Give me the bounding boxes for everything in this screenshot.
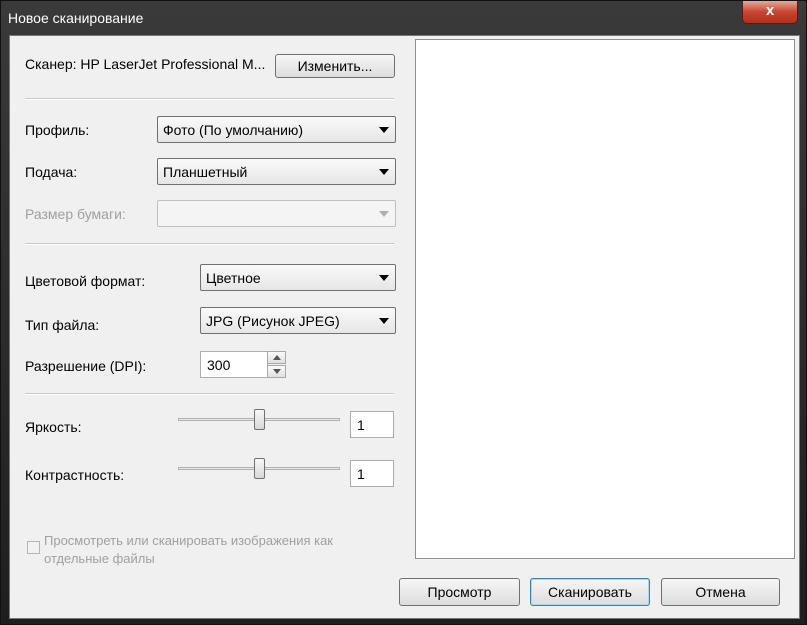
- brightness-input-value: 1: [357, 417, 365, 433]
- resolution-label: Разрешение (DPI):: [25, 358, 147, 374]
- scan-button[interactable]: Сканировать: [530, 578, 650, 606]
- feed-select[interactable]: Планшетный: [157, 158, 396, 185]
- scanner-label: Сканер: HP LaserJet Professional M...: [25, 56, 266, 72]
- separate-files-label-line2: отдельные файлы: [44, 551, 155, 566]
- spinner-up-button[interactable]: [267, 351, 286, 364]
- profile-select-value: Фото (По умолчанию): [163, 122, 304, 138]
- brightness-slider-thumb[interactable]: [254, 409, 265, 430]
- color-format-select[interactable]: Цветное: [200, 264, 396, 291]
- cancel-button-label: Отмена: [695, 584, 746, 600]
- resolution-spinner[interactable]: [267, 351, 286, 378]
- scan-dialog-window: Новое сканирование x Сканер: HP LaserJet…: [0, 0, 807, 625]
- resolution-input[interactable]: 300: [200, 351, 268, 378]
- preview-button[interactable]: Просмотр: [399, 578, 520, 606]
- separator: [25, 393, 394, 395]
- contrast-input[interactable]: 1: [350, 460, 394, 487]
- spinner-down-button[interactable]: [267, 365, 286, 378]
- dialog-client-area: Сканер: HP LaserJet Professional M... Из…: [9, 35, 800, 619]
- chevron-down-icon: [379, 318, 389, 324]
- change-scanner-button[interactable]: Изменить...: [275, 54, 395, 78]
- contrast-slider-thumb[interactable]: [254, 458, 265, 479]
- scan-button-label: Сканировать: [548, 584, 632, 600]
- chevron-down-icon: [379, 211, 389, 217]
- arrow-up-icon: [273, 355, 281, 360]
- title-bar[interactable]: Новое сканирование x: [1, 1, 807, 35]
- window-title: Новое сканирование: [8, 10, 144, 26]
- profile-label: Профиль:: [25, 122, 90, 138]
- chevron-down-icon: [379, 169, 389, 175]
- scan-preview-area: [415, 39, 795, 559]
- file-type-label: Тип файла:: [25, 317, 100, 333]
- separate-files-checkbox[interactable]: [27, 541, 40, 554]
- file-type-select-value: JPG (Рисунок JPEG): [206, 313, 340, 329]
- brightness-label: Яркость:: [25, 419, 82, 435]
- close-icon: x: [765, 2, 775, 19]
- separator: [25, 98, 394, 100]
- separate-files-label-line1: Просмотреть или сканировать изображения …: [44, 533, 333, 548]
- color-format-select-value: Цветное: [206, 270, 261, 286]
- chevron-down-icon: [379, 275, 389, 281]
- contrast-label: Контрастность:: [25, 467, 125, 483]
- paper-size-select: [157, 200, 396, 227]
- resolution-input-value: 300: [207, 357, 231, 373]
- cancel-button[interactable]: Отмена: [661, 578, 780, 606]
- contrast-input-value: 1: [357, 466, 365, 482]
- feed-select-value: Планшетный: [163, 164, 248, 180]
- feed-label: Подача:: [25, 164, 78, 180]
- separator: [25, 243, 394, 245]
- color-format-label: Цветовой формат:: [25, 273, 146, 289]
- close-button[interactable]: x: [742, 1, 798, 24]
- file-type-select[interactable]: JPG (Рисунок JPEG): [200, 307, 396, 334]
- profile-select[interactable]: Фото (По умолчанию): [157, 116, 396, 143]
- arrow-down-icon: [273, 369, 281, 374]
- brightness-input[interactable]: 1: [350, 411, 394, 438]
- chevron-down-icon: [379, 127, 389, 133]
- change-scanner-button-label: Изменить...: [297, 58, 373, 74]
- preview-button-label: Просмотр: [427, 584, 492, 600]
- paper-size-label: Размер бумаги:: [25, 206, 126, 222]
